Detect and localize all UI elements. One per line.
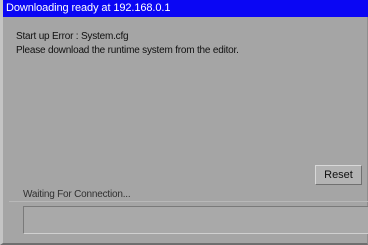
connection-status-panel xyxy=(23,206,368,234)
divider xyxy=(9,201,368,202)
error-line-1: Start up Error : System.cfg xyxy=(16,31,129,42)
error-line-2: Please download the runtime system from … xyxy=(16,45,239,56)
runtime-window: Downloading ready at 192.168.0.1 Start u… xyxy=(0,0,368,245)
error-message: Start up Error : System.cfg Please downl… xyxy=(16,30,361,58)
connection-status-label: Waiting For Connection... xyxy=(23,189,131,200)
window-title: Downloading ready at 192.168.0.1 xyxy=(3,0,368,17)
reset-button[interactable]: Reset xyxy=(315,165,362,185)
